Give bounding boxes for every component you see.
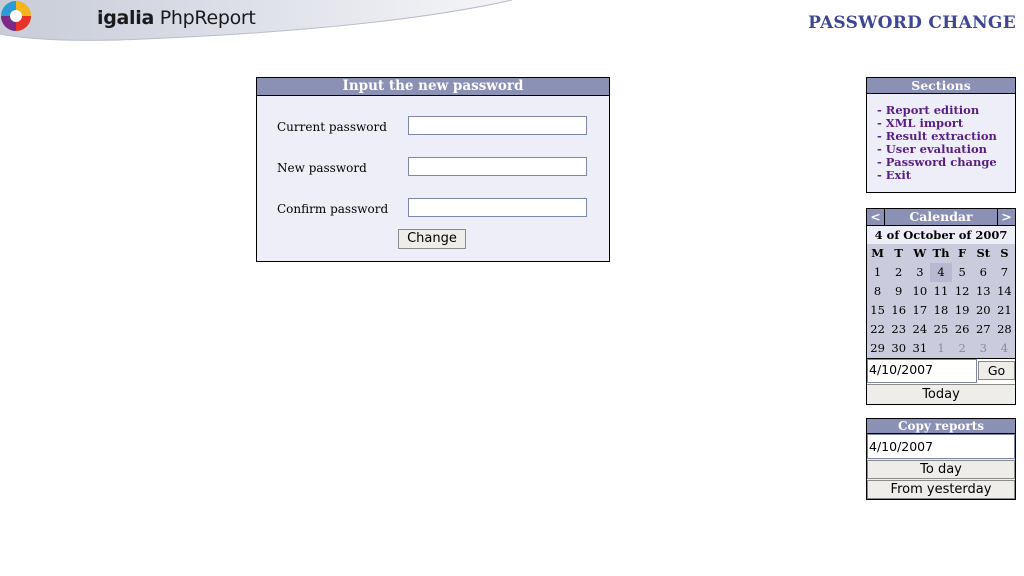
calendar-day[interactable]: 2 [888, 263, 909, 282]
igalia-logo-icon [1, 1, 31, 31]
calendar-day[interactable]: 11 [930, 282, 951, 301]
copy-reports-panel: Copy reports 4/10/2007 To day From yeste… [866, 418, 1016, 500]
calendar-panel: < Calendar > 4 of October of 2007 M T W Th F… [866, 208, 1016, 405]
calendar-next-button[interactable]: > [997, 209, 1015, 225]
calendar-day[interactable]: 5 [952, 263, 973, 282]
sections-list: - Report edition - XML import - Result e… [877, 104, 1015, 182]
password-form-panel: Input the new password Current password … [256, 77, 610, 262]
copy-reports-date-input[interactable]: 4/10/2007 [867, 434, 1015, 459]
calendar-day[interactable]: 10 [909, 282, 930, 301]
calendar-day[interactable]: 22 [867, 320, 888, 339]
calendar-day[interactable]: 30 [888, 339, 909, 358]
calendar-day[interactable]: 16 [888, 301, 909, 320]
calendar-weekday: F [958, 246, 967, 260]
sections-title: Sections [867, 78, 1015, 94]
calendar-day[interactable]: 20 [973, 301, 994, 320]
calendar-day[interactable]: 1 [930, 339, 951, 358]
new-password-input[interactable] [408, 157, 587, 176]
calendar-weekday: St [976, 246, 991, 260]
today-button[interactable]: Today [867, 384, 1015, 404]
calendar-day[interactable]: 8 [867, 282, 888, 301]
calendar-header: < Calendar > [867, 209, 1015, 226]
calendar-day[interactable]: 4 [994, 339, 1015, 358]
confirm-password-label: Confirm password [277, 202, 389, 216]
current-password-input[interactable] [408, 116, 587, 135]
calendar-day[interactable]: 2 [952, 339, 973, 358]
calendar-day[interactable]: 28 [994, 320, 1015, 339]
calendar-day[interactable]: 1 [867, 263, 888, 282]
calendar-weekday: W [913, 246, 927, 260]
calendar-day[interactable]: 3 [909, 263, 930, 282]
banner-swoosh [0, 0, 512, 41]
calendar-day[interactable]: 3 [973, 339, 994, 358]
calendar-day[interactable]: 9 [888, 282, 909, 301]
calendar-day[interactable]: 21 [994, 301, 1015, 320]
calendar-day[interactable]: 26 [952, 320, 973, 339]
calendar-day[interactable]: 14 [994, 282, 1015, 301]
copy-reports-title: Copy reports [867, 419, 1015, 434]
calendar-day[interactable]: 7 [994, 263, 1015, 282]
calendar-day[interactable]: 25 [930, 320, 951, 339]
calendar-weekday: Th [932, 246, 950, 260]
page-title: PASSWORD CHANGE [808, 13, 1016, 33]
calendar-title: Calendar [909, 209, 973, 224]
calendar-prev-button[interactable]: < [867, 209, 885, 225]
section-link-exit[interactable]: - Exit [877, 169, 1015, 182]
calendar-input-row: 4/10/2007 Go [867, 358, 1015, 384]
calendar-grid: M T W Th F St S 1 2 3 4 5 6 7 8 9 10 11 12 13 14 15 16 17 18 19 20… [867, 244, 1015, 358]
sections-panel: Sections - Report edition - XML import -… [866, 77, 1016, 193]
new-password-label: New password [277, 161, 367, 175]
calendar-day[interactable]: 12 [952, 282, 973, 301]
current-password-label: Current password [277, 120, 387, 134]
change-button[interactable]: Change [398, 229, 466, 249]
calendar-day[interactable]: 24 [909, 320, 930, 339]
calendar-weekday: S [1000, 246, 1009, 260]
calendar-day[interactable]: 31 [909, 339, 930, 358]
calendar-weekday: M [871, 246, 884, 260]
password-form-title: Input the new password [257, 78, 609, 96]
calendar-day[interactable]: 18 [930, 301, 951, 320]
brand-name: igalia PhpReport [97, 7, 256, 29]
calendar-day[interactable]: 19 [952, 301, 973, 320]
go-button[interactable]: Go [978, 361, 1015, 380]
calendar-date-input[interactable]: 4/10/2007 [867, 359, 977, 383]
calendar-current-date: 4 of October of 2007 [867, 226, 1015, 244]
calendar-day[interactable]: 17 [909, 301, 930, 320]
from-yesterday-button[interactable]: From yesterday [867, 480, 1015, 499]
calendar-day[interactable]: 4 [930, 263, 952, 282]
header-banner: igalia PhpReport [0, 0, 512, 44]
confirm-password-input[interactable] [408, 198, 587, 217]
calendar-day[interactable]: 23 [888, 320, 909, 339]
brand-prefix: igalia [97, 7, 154, 29]
to-day-button[interactable]: To day [867, 460, 1015, 479]
brand-suffix: PhpReport [159, 7, 256, 29]
calendar-day[interactable]: 13 [973, 282, 994, 301]
calendar-weekday: T [894, 246, 903, 260]
calendar-day[interactable]: 29 [867, 339, 888, 358]
calendar-day[interactable]: 15 [867, 301, 888, 320]
calendar-day[interactable]: 6 [973, 263, 994, 282]
calendar-day[interactable]: 27 [973, 320, 994, 339]
